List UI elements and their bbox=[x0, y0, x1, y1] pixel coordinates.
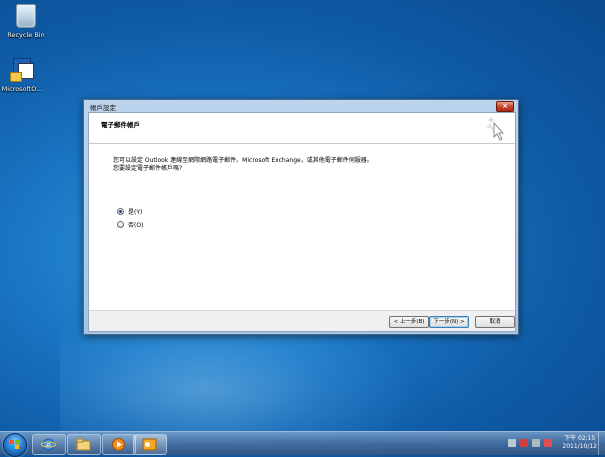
close-button[interactable]: × bbox=[496, 101, 514, 112]
radio-button-selected[interactable] bbox=[117, 208, 124, 215]
wizard-description: 您可以設定 Outlook 連線至網際網路電子郵件、Microsoft Exch… bbox=[113, 157, 373, 173]
internet-explorer-icon: e bbox=[41, 438, 56, 451]
outlook-icon bbox=[142, 438, 157, 451]
volume-icon[interactable] bbox=[532, 439, 540, 447]
desktop-icon-recycle-bin[interactable]: Recycle Bin bbox=[0, 4, 52, 39]
media-player-icon bbox=[112, 438, 125, 451]
dialog-title: 帳戶設定 bbox=[90, 104, 116, 112]
action-center-icon[interactable] bbox=[508, 439, 516, 447]
cancel-button[interactable]: 取消 bbox=[475, 316, 515, 328]
show-desktop-button[interactable] bbox=[598, 432, 605, 455]
radio-button[interactable] bbox=[117, 221, 124, 228]
dialog-client-area: 電子郵件帳戶 您可以設定 Outlook 連線至網際網路電子郵件、Microso… bbox=[88, 112, 516, 332]
radio-label-yes: 是(Y) bbox=[128, 209, 143, 216]
desktop-icon-label: Recycle Bin bbox=[7, 31, 45, 39]
cursor-sparkle-icon bbox=[487, 117, 505, 141]
wizard-header: 電子郵件帳戶 bbox=[89, 113, 515, 144]
start-button[interactable] bbox=[3, 433, 27, 457]
clock-time: 下午 02:15 bbox=[564, 435, 596, 442]
folder-icon bbox=[76, 438, 91, 451]
desktop-icon-label: MicrosoftO... bbox=[1, 85, 43, 93]
dialog-titlebar[interactable]: 帳戶設定 × bbox=[84, 100, 518, 112]
taskbar-outlook[interactable] bbox=[133, 434, 167, 455]
outlook-shortcut-icon bbox=[9, 56, 35, 82]
clock-date: 2011/10/12 bbox=[562, 443, 597, 450]
taskbar-internet-explorer[interactable]: e bbox=[32, 434, 66, 455]
system-clock[interactable]: 下午 02:15 2011/10/12 bbox=[562, 435, 597, 451]
windows-logo-icon bbox=[10, 440, 20, 450]
next-button[interactable]: 下一步(N) > bbox=[429, 316, 469, 328]
radio-option-yes[interactable]: 是(Y) bbox=[117, 207, 142, 216]
taskbar: e 下午 02:15 2011/10/12 bbox=[0, 431, 605, 457]
account-settings-dialog: 帳戶設定 × 電子郵件帳戶 您可以設定 Outlook 連線至網際網路電子郵件、… bbox=[83, 99, 519, 335]
recycle-bin-icon bbox=[16, 4, 36, 28]
back-button[interactable]: < 上一步(B) bbox=[389, 316, 429, 328]
network-icon[interactable] bbox=[520, 439, 528, 447]
wizard-header-title: 電子郵件帳戶 bbox=[101, 121, 140, 129]
radio-label-no: 否(O) bbox=[128, 222, 144, 229]
security-alert-icon[interactable] bbox=[544, 439, 552, 447]
taskbar-media-player[interactable] bbox=[102, 434, 136, 455]
description-line-1: 您可以設定 Outlook 連線至網際網路電子郵件、Microsoft Exch… bbox=[113, 157, 373, 164]
taskbar-windows-explorer[interactable] bbox=[67, 434, 101, 455]
desktop-icon-microsoft-outlook[interactable]: MicrosoftO... bbox=[0, 56, 48, 93]
radio-option-no[interactable]: 否(O) bbox=[117, 220, 143, 229]
description-line-2: 您要設定電子郵件帳戶嗎? bbox=[113, 165, 183, 172]
wizard-footer: < 上一步(B) 下一步(N) > 取消 bbox=[89, 310, 515, 331]
